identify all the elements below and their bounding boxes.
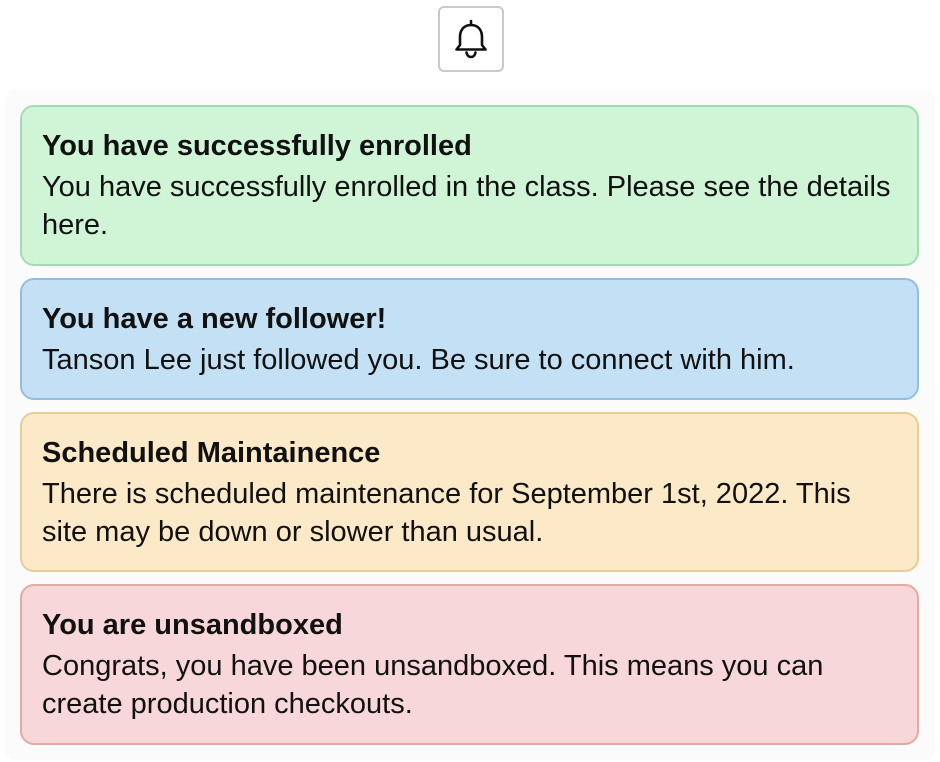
alert-warning: Scheduled Maintainence There is schedule… [20, 412, 919, 572]
alert-title: You have a new follower! [42, 303, 387, 335]
alert-success: You have successfully enrolled You have … [20, 105, 919, 266]
alert-title: Scheduled Maintainence [42, 437, 381, 469]
alert-title: You have successfully enrolled [42, 130, 472, 162]
alert-message: You have successfully enrolled in the cl… [42, 171, 891, 241]
alert-message: There is scheduled maintenance for Septe… [42, 478, 851, 548]
notifications-button[interactable] [438, 6, 504, 72]
notifications-panel: You have successfully enrolled You have … [5, 90, 935, 760]
alert-title: You are unsandboxed [42, 609, 343, 641]
alert-message: Tanson Lee just followed you. Be sure to… [42, 344, 795, 376]
alert-message: Congrats, you have been unsandboxed. Thi… [42, 650, 824, 720]
alert-danger: You are unsandboxed Congrats, you have b… [20, 584, 919, 745]
alert-info: You have a new follower! Tanson Lee just… [20, 278, 919, 400]
bell-icon [453, 19, 489, 59]
